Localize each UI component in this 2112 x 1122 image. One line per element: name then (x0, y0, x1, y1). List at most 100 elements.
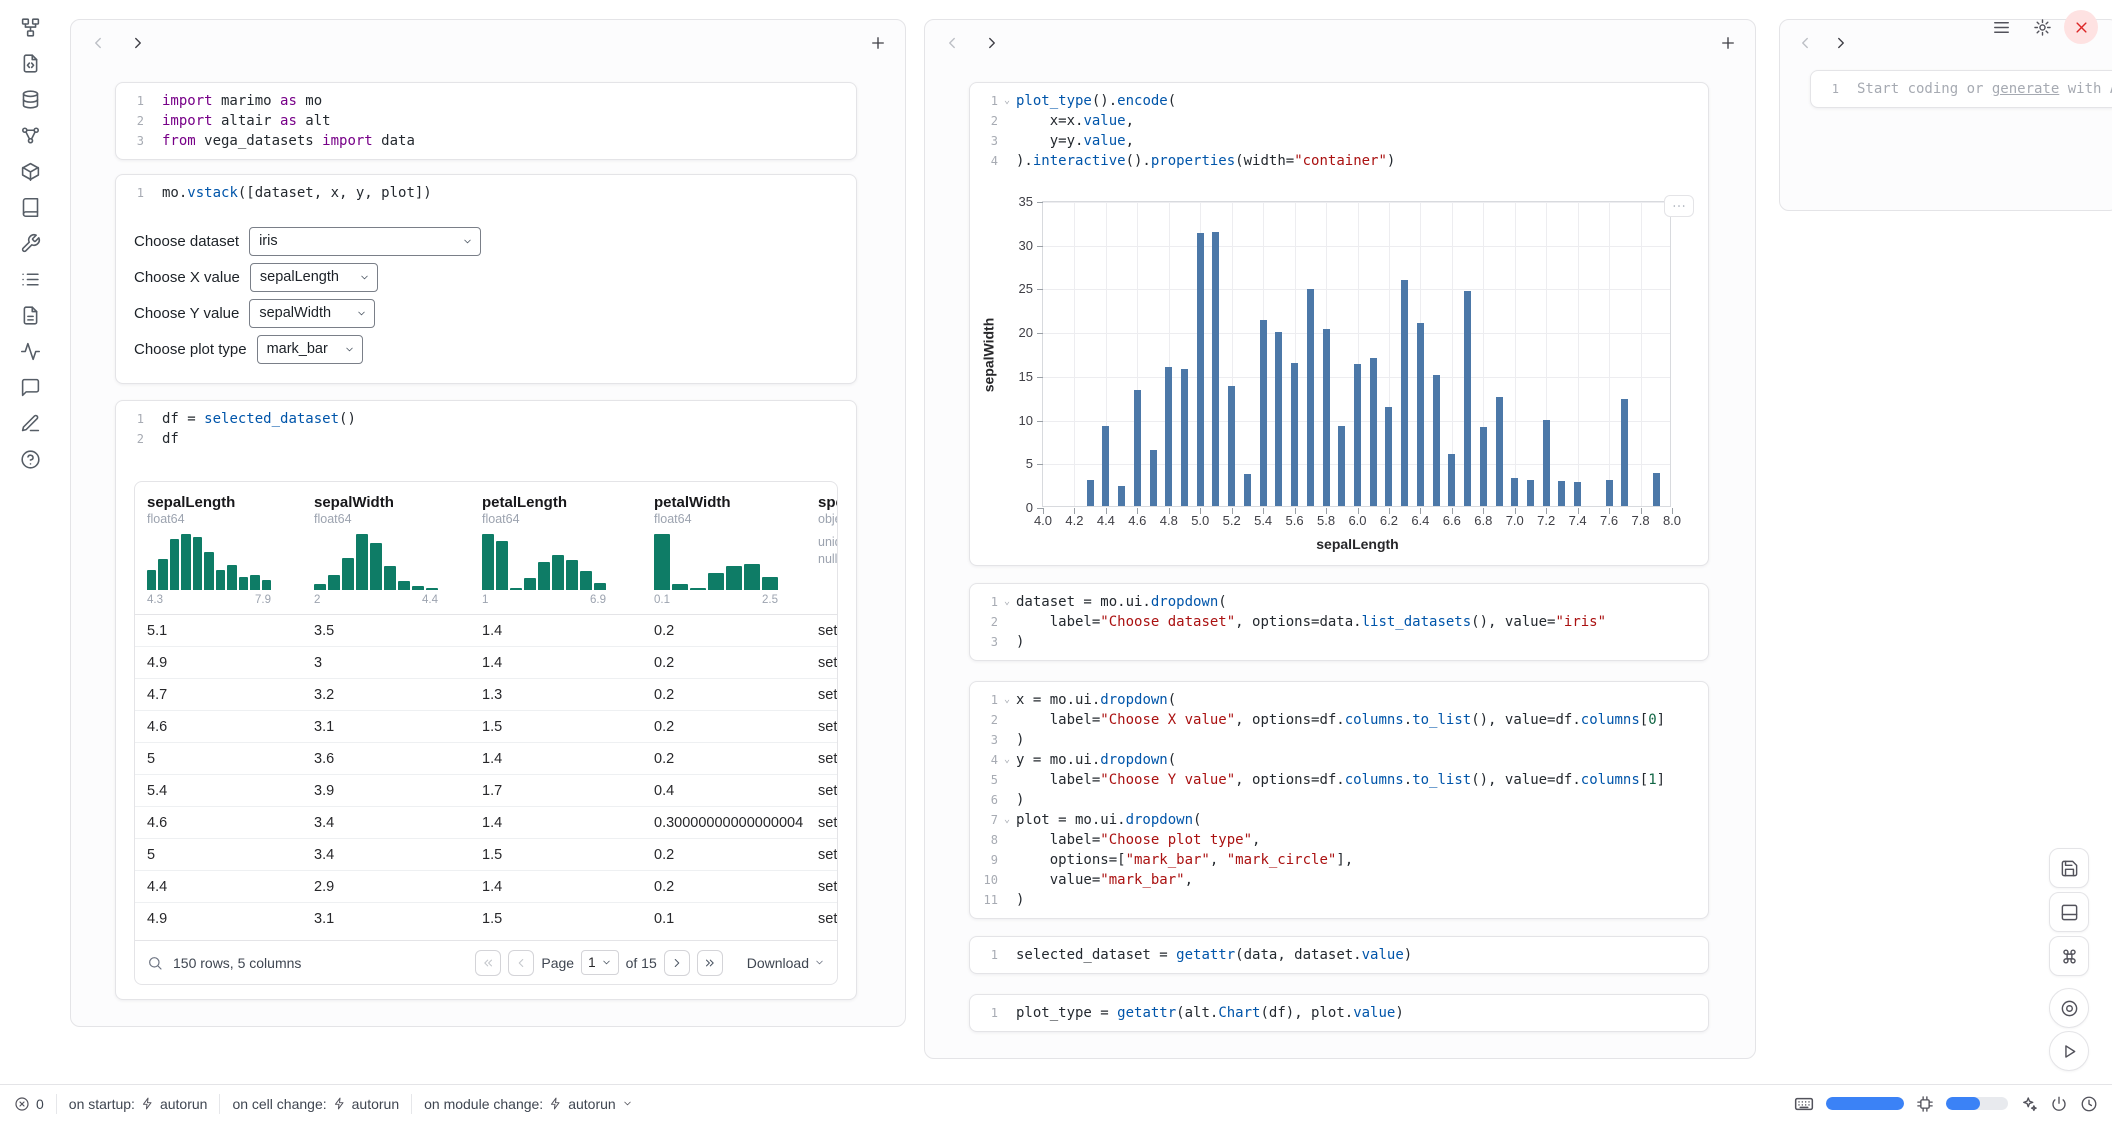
dropdown-choose-dataset[interactable]: iris (249, 227, 481, 256)
file-code-rail-button[interactable] (15, 50, 45, 76)
history-clock-icon[interactable] (2080, 1095, 2098, 1113)
command-palette-button[interactable] (2049, 936, 2089, 976)
shutdown-button[interactable] (2064, 10, 2098, 44)
column-header[interactable]: speciesobjectunique:nulls: (806, 490, 838, 614)
package-rail-button[interactable] (15, 158, 45, 184)
menu-button[interactable] (1984, 10, 2018, 44)
prev-page-button[interactable] (508, 950, 534, 976)
book-rail-button[interactable] (15, 194, 45, 220)
activity-rail-button[interactable] (15, 338, 45, 364)
fold-chevron-icon[interactable]: ⌄ (998, 91, 1016, 111)
code-text[interactable]: ).interactive().properties(width="contai… (1016, 153, 1395, 169)
page-select[interactable]: 1 (581, 950, 619, 975)
first-page-button[interactable] (475, 950, 501, 976)
table-row[interactable]: 53.61.40.2setosa (135, 743, 837, 775)
code-text[interactable]: ) (1016, 634, 1024, 650)
column-prev-button[interactable] (87, 32, 109, 54)
code-text[interactable]: x=x.value, (1016, 113, 1134, 129)
database-rail-button[interactable] (15, 86, 45, 112)
code-editor[interactable]: 1⌄plot_type().encode(2 x=x.value,3 y=y.v… (970, 83, 1708, 179)
code-text[interactable]: y = mo.ui.dropdown( (1016, 752, 1176, 768)
graph-rail-button[interactable] (15, 122, 45, 148)
code-text[interactable]: ) (1016, 732, 1024, 748)
restart-kernel-icon[interactable] (2050, 1095, 2068, 1113)
error-count[interactable]: 0 (14, 1096, 44, 1112)
file-text-rail-button[interactable] (15, 302, 45, 328)
code-text[interactable]: label="Choose X value", options=df.colum… (1016, 712, 1665, 728)
fold-chevron-icon[interactable]: ⌄ (998, 750, 1016, 770)
code-text[interactable]: label="Choose dataset", options=data.lis… (1016, 614, 1606, 630)
generate-with-ai-link[interactable]: generate (1992, 81, 2059, 97)
code-editor[interactable]: 1mo.vstack([dataset, x, y, plot]) (116, 175, 856, 211)
table-row[interactable]: 5.13.51.40.2setosa (135, 615, 837, 647)
dropdown-choose-x-value[interactable]: sepalLength (250, 263, 378, 292)
pen-rail-button[interactable] (15, 410, 45, 436)
table-row[interactable]: 4.931.40.2setosa (135, 647, 837, 679)
code-text[interactable]: options=["mark_bar", "mark_circle"], (1016, 852, 1353, 868)
column-next-button[interactable] (127, 32, 149, 54)
code-text[interactable]: selected_dataset = getattr(data, dataset… (1016, 947, 1412, 963)
code-text[interactable]: ) (1016, 792, 1024, 808)
code-text[interactable]: plot_type = getattr(alt.Chart(df), plot.… (1016, 1005, 1404, 1021)
fold-chevron-icon[interactable]: ⌄ (998, 592, 1016, 612)
keyboard-shortcuts-icon[interactable] (1794, 1094, 1814, 1114)
sitemap-rail-button[interactable] (15, 14, 45, 40)
code-text[interactable]: value="mark_bar", (1016, 872, 1193, 888)
settings-button[interactable] (2025, 10, 2059, 44)
wrench-rail-button[interactable] (15, 230, 45, 256)
code-text[interactable]: plot_type().encode( (1016, 93, 1176, 109)
fold-chevron-icon[interactable]: ⌄ (998, 810, 1016, 830)
code-text[interactable]: from vega_datasets import data (162, 133, 415, 149)
autorun-setting-2[interactable]: on cell change:autorun (232, 1096, 399, 1112)
last-page-button[interactable] (697, 950, 723, 976)
table-row[interactable]: 4.63.41.40.30000000000000004setosa (135, 807, 837, 839)
table-row[interactable]: 53.41.50.2setosa (135, 839, 837, 871)
code-text[interactable]: y=y.value, (1016, 133, 1134, 149)
column-next-button[interactable] (1830, 32, 1852, 54)
chat-rail-button[interactable] (15, 374, 45, 400)
code-text[interactable]: dataset = mo.ui.dropdown( (1016, 594, 1227, 610)
code-text[interactable]: label="Choose Y value", options=df.colum… (1016, 772, 1665, 788)
code-editor[interactable]: 1 Start coding or generate with AI (1811, 71, 2112, 107)
dropdown-choose-y-value[interactable]: sepalWidth (249, 299, 375, 328)
app-view-button[interactable] (2049, 988, 2089, 1028)
code-text[interactable]: x = mo.ui.dropdown( (1016, 692, 1176, 708)
table-row[interactable]: 4.93.11.50.1setosa (135, 903, 837, 935)
table-row[interactable]: 4.63.11.50.2setosa (135, 711, 837, 743)
code-editor[interactable]: 1selected_dataset = getattr(data, datase… (970, 937, 1708, 973)
code-text[interactable]: df = selected_dataset() (162, 411, 356, 427)
fold-chevron-icon[interactable]: ⌄ (998, 690, 1016, 710)
code-text[interactable]: plot = mo.ui.dropdown( (1016, 812, 1201, 828)
ai-sparkles-icon[interactable] (2020, 1095, 2038, 1113)
code-editor[interactable]: 1⌄x = mo.ui.dropdown(2 label="Choose X v… (970, 682, 1708, 918)
save-button[interactable] (2049, 848, 2089, 888)
column-next-button[interactable] (981, 32, 1003, 54)
code-editor[interactable]: 1df = selected_dataset()2df (116, 401, 856, 457)
column-header[interactable]: petalLengthfloat6416.9 (470, 490, 642, 614)
column-header[interactable]: sepalWidthfloat6424.4 (302, 490, 470, 614)
code-text[interactable]: ) (1016, 892, 1024, 908)
layout-toggle-button[interactable] (2049, 892, 2089, 932)
next-page-button[interactable] (664, 950, 690, 976)
code-text[interactable]: import marimo as mo (162, 93, 322, 109)
outline-rail-button[interactable] (15, 266, 45, 292)
search-icon[interactable] (147, 955, 163, 971)
code-text[interactable]: df (162, 431, 179, 447)
help-rail-button[interactable] (15, 446, 45, 472)
column-prev-button[interactable] (1794, 32, 1816, 54)
empty-cell-placeholder[interactable]: Start coding or generate with AI (1857, 81, 2112, 97)
dropdown-choose-plot-type[interactable]: mark_bar (257, 335, 363, 364)
table-row[interactable]: 4.73.21.30.2setosa (135, 679, 837, 711)
column-header[interactable]: petalWidthfloat640.12.5 (642, 490, 806, 614)
add-cell-button[interactable] (1717, 32, 1739, 54)
column-header[interactable]: sepalLengthfloat644.37.9 (135, 490, 302, 614)
chart-actions-button[interactable] (1664, 195, 1694, 217)
code-editor[interactable]: 1import marimo as mo2import altair as al… (116, 83, 856, 159)
autorun-setting-1[interactable]: on startup:autorun (69, 1096, 208, 1112)
table-row[interactable]: 5.43.91.70.4setosa (135, 775, 837, 807)
download-button[interactable]: Download (747, 955, 825, 971)
run-all-button[interactable] (2049, 1031, 2089, 1071)
code-editor[interactable]: 1⌄dataset = mo.ui.dropdown(2 label="Choo… (970, 584, 1708, 660)
code-text[interactable]: label="Choose plot type", (1016, 832, 1260, 848)
altair-bar-chart[interactable]: sepalWidth sepalLength 051015202530354.0… (1042, 201, 1671, 507)
